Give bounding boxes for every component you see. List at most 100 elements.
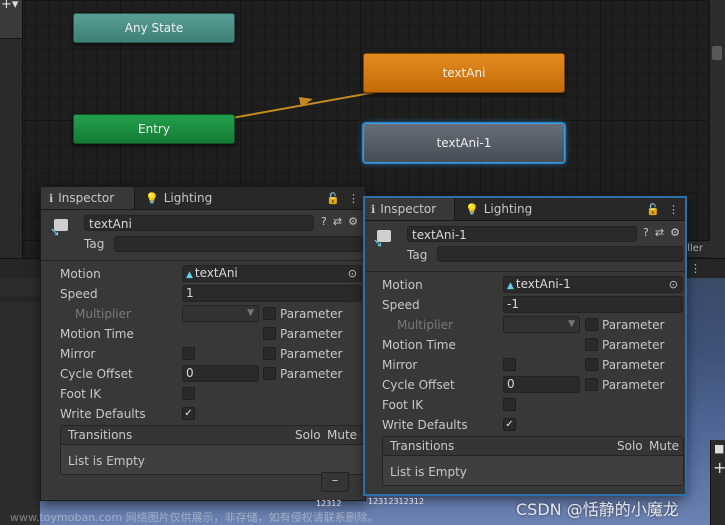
kebab-menu-icon[interactable]: ⋮ — [690, 262, 710, 276]
window-icon[interactable]: ■ — [714, 442, 724, 455]
motion-time-label: Motion Time — [60, 327, 134, 341]
motion-time-parameter-checkbox[interactable] — [263, 327, 276, 340]
mirror-parameter-checkbox[interactable] — [585, 358, 598, 371]
parameter-label: Parameter — [602, 318, 665, 332]
inspector-window-textani-1: ℹ Inspector 💡 Lighting 🔓 ⋮ ➘ textAni-1 ? ⇄… — [364, 197, 686, 495]
transition-entry-to-textani[interactable] — [231, 90, 383, 119]
parameter-label: Parameter — [280, 367, 343, 381]
parameter-label: Parameter — [280, 327, 343, 341]
speed-label: Speed — [60, 287, 98, 301]
tag-field[interactable] — [437, 246, 683, 262]
lock-icon[interactable]: 🔓 — [326, 192, 340, 205]
inspector-tabbar: ℹ Inspector 💡 Lighting 🔓 ⋮ — [41, 187, 365, 210]
lightbulb-icon: 💡 — [145, 191, 159, 205]
motion-object-field[interactable]: ▲ textAni-1 ⊙ — [503, 276, 683, 293]
write-defaults-checkbox[interactable]: ✓ — [503, 418, 516, 431]
object-picker-icon[interactable]: ⊙ — [348, 266, 357, 281]
empty-list-label: List is Empty — [68, 454, 145, 468]
animation-clip-icon: ▲ — [507, 281, 514, 291]
lock-icon[interactable]: 🔓 — [646, 203, 660, 216]
info-icon: ℹ — [371, 202, 376, 216]
parameter-label: Parameter — [602, 358, 665, 372]
state-node-label: textAni-1 — [436, 136, 492, 150]
add-icon[interactable]: + — [713, 458, 725, 477]
parameter-label: Parameter — [280, 307, 343, 321]
animator-state-icon: ➘ — [50, 217, 72, 239]
settings-icon[interactable]: ⚙ — [348, 215, 358, 228]
parameter-label: Parameter — [602, 338, 665, 352]
scene-text-label: 12312312312 — [368, 497, 424, 506]
foot-ik-label: Foot IK — [60, 387, 102, 401]
multiplier-dropdown[interactable]: ▼ — [182, 305, 259, 322]
cycle-offset-input[interactable]: 0 — [182, 365, 259, 382]
tab-inspector[interactable]: ℹ Inspector — [365, 198, 455, 220]
preset-icon[interactable]: ⇄ — [655, 226, 664, 239]
mute-column-label: Mute — [649, 439, 680, 453]
motion-label: Motion — [382, 278, 423, 292]
watermark-left: www.toymoban.com 网络图片仅供展示，非存储，如有侵权请联系删除。 — [10, 511, 379, 524]
tab-lighting[interactable]: 💡 Lighting — [465, 198, 532, 220]
chevron-down-icon: ▼ — [568, 319, 575, 329]
foot-ik-checkbox[interactable] — [182, 387, 195, 400]
state-name-input[interactable]: textAni-1 — [407, 226, 637, 242]
lightbulb-icon: 💡 — [465, 202, 479, 216]
tag-field[interactable] — [114, 236, 363, 252]
state-node-textani-1[interactable]: textAni-1 — [363, 123, 565, 163]
solo-column-label: Solo — [617, 439, 643, 453]
help-icon[interactable]: ? — [643, 226, 649, 239]
write-defaults-label: Write Defaults — [60, 407, 146, 421]
state-node-label: Entry — [138, 122, 170, 136]
motion-time-parameter-checkbox[interactable] — [585, 338, 598, 351]
preset-icon[interactable]: ⇄ — [333, 215, 342, 228]
multiplier-label: Multiplier — [397, 318, 453, 332]
write-defaults-checkbox[interactable]: ✓ — [182, 407, 195, 420]
scene-toolbar-edge — [0, 296, 40, 302]
state-node-textani[interactable]: textAni — [363, 53, 565, 93]
mirror-parameter-checkbox[interactable] — [263, 347, 276, 360]
speed-input[interactable]: -1 — [503, 296, 683, 313]
multiplier-parameter-checkbox[interactable] — [263, 307, 276, 320]
mirror-checkbox[interactable] — [182, 347, 195, 360]
tag-label: Tag — [84, 237, 105, 251]
mirror-label: Mirror — [60, 347, 96, 361]
motion-value: textAni-1 — [515, 277, 571, 291]
mute-column-label: Mute — [327, 428, 358, 442]
kebab-menu-icon[interactable]: ⋮ — [668, 203, 679, 216]
animator-state-icon: ➘ — [373, 228, 395, 250]
mirror-checkbox[interactable] — [503, 358, 516, 371]
multiplier-label: Multiplier — [75, 307, 131, 321]
multiplier-dropdown[interactable]: ▼ — [503, 316, 580, 333]
transitions-list: Transitions Solo Mute List is Empty — [382, 436, 684, 486]
object-picker-icon[interactable]: ⊙ — [669, 277, 678, 292]
inspector-tabbar: ℹ Inspector 💡 Lighting 🔓 ⋮ — [365, 198, 685, 221]
help-icon[interactable]: ? — [321, 215, 327, 228]
remove-transition-button[interactable]: – — [321, 472, 349, 492]
speed-input[interactable]: 1 — [182, 285, 362, 302]
speed-label: Speed — [382, 298, 420, 312]
divider — [365, 271, 685, 272]
tab-inspector[interactable]: ℹ Inspector — [41, 187, 135, 209]
state-node-entry[interactable]: Entry — [73, 114, 235, 144]
state-node-any-state[interactable]: Any State — [73, 13, 235, 43]
motion-value: textAni — [194, 266, 238, 280]
right-dock: ■ + — [710, 440, 725, 525]
scene-text-label: 12312 — [316, 499, 342, 508]
cycle-offset-label: Cycle Offset — [60, 367, 133, 381]
cycle-offset-parameter-checkbox[interactable] — [585, 378, 598, 391]
cycle-offset-input[interactable]: 0 — [503, 376, 580, 393]
inspector-window-textani: ℹ Inspector 💡 Lighting 🔓 ⋮ ➘ textAni ? ⇄ ⚙… — [40, 186, 366, 501]
motion-time-label: Motion Time — [382, 338, 456, 352]
foot-ik-checkbox[interactable] — [503, 398, 516, 411]
parameter-label: Parameter — [602, 378, 665, 392]
motion-label: Motion — [60, 267, 101, 281]
cycle-offset-parameter-checkbox[interactable] — [263, 367, 276, 380]
state-name-input[interactable]: textAni — [84, 215, 314, 231]
state-node-label: textAni — [442, 66, 486, 80]
mirror-label: Mirror — [382, 358, 418, 372]
motion-object-field[interactable]: ▲ textAni ⊙ — [182, 265, 362, 282]
multiplier-parameter-checkbox[interactable] — [585, 318, 598, 331]
kebab-menu-icon[interactable]: ⋮ — [348, 192, 359, 205]
settings-icon[interactable]: ⚙ — [670, 226, 680, 239]
tab-lighting[interactable]: 💡 Lighting — [145, 187, 212, 209]
transitions-title: Transitions — [68, 428, 133, 442]
